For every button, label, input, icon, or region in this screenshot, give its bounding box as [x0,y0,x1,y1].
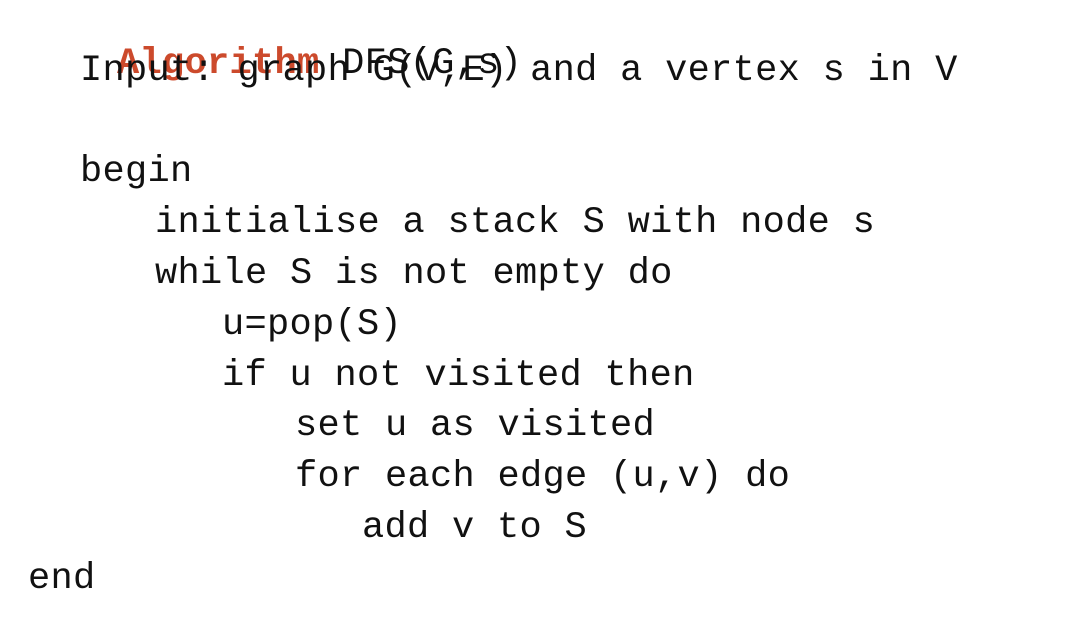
if-line: if u not visited then [222,355,695,397]
algorithm-listing: Algorithm DFS(G,s) Input: graph G(V,E) a… [0,0,1080,622]
begin-line: begin [80,151,193,193]
initialise-line: initialise a stack S with node s [155,202,876,244]
pop-line: u=pop(S) [222,304,403,346]
add-line: add v to S [362,507,588,549]
set-visited-line: set u as visited [295,405,656,447]
for-each-line: for each edge (u,v) do [295,456,791,498]
while-line: while S is not empty do [155,253,673,295]
end-line: end [28,558,96,600]
algorithm-input: Input: graph G(V,E) and a vertex s in V [80,50,958,92]
